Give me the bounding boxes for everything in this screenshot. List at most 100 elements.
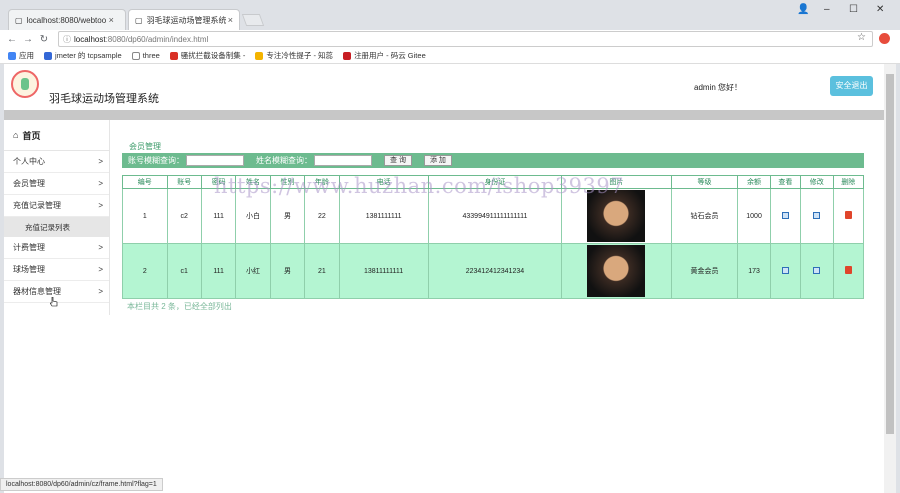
cell-name: 小红 bbox=[235, 243, 271, 299]
name-search-label: 姓名模糊查询： bbox=[256, 156, 312, 165]
chevron-right-icon: > bbox=[98, 287, 103, 296]
cell-password: 111 bbox=[200, 243, 237, 299]
site-icon bbox=[169, 51, 178, 60]
bookmark-item[interactable]: 骚扰拦截设备制集 - bbox=[169, 50, 245, 61]
sidebar-item-home[interactable]: ⌂ 首页 bbox=[4, 120, 109, 151]
chevron-right-icon: > bbox=[98, 179, 103, 188]
sidebar: ⌂ 首页 个人中心 > 会员管理 > 充值记录管理 > 充值记录列表 计费管理 > 球场… bbox=[4, 120, 110, 315]
sidebar-item-courts[interactable]: 球场管理 > bbox=[4, 259, 109, 281]
chevron-right-icon: > bbox=[98, 243, 103, 252]
bookmark-item[interactable]: 应用 bbox=[8, 50, 34, 61]
edit-icon[interactable] bbox=[813, 211, 821, 219]
bookmark-star-icon[interactable]: ☆ bbox=[857, 32, 866, 43]
cell-photo bbox=[561, 243, 672, 299]
delete-cell bbox=[832, 188, 864, 244]
column-header: 余额 bbox=[737, 175, 771, 189]
page-icon: ▢ bbox=[15, 15, 23, 25]
tab-active[interactable]: ▢ 羽毛球运动场管理系统 × bbox=[128, 9, 240, 30]
bookmarks-bar: 应用 jmeter 的 tcpsample three 骚扰拦截设备制集 - 专… bbox=[0, 48, 900, 64]
sidebar-item-members[interactable]: 会员管理 > bbox=[4, 173, 109, 195]
section-title: 会员管理 bbox=[129, 142, 161, 151]
browser-toolbar: ← → ↻ ⓘ localhost :8080/dp60/admin/index… bbox=[0, 30, 900, 48]
window-close-icon[interactable]: ✕ bbox=[876, 4, 884, 15]
account-search-input[interactable] bbox=[186, 155, 244, 166]
app-header: 羽毛球运动场管理系统 admin 您好！ 安全退出 bbox=[4, 64, 884, 110]
user-greeting: admin 您好！ bbox=[694, 83, 743, 92]
tab-label: 羽毛球运动场管理系统 bbox=[146, 15, 226, 25]
view-icon[interactable] bbox=[781, 211, 789, 219]
column-header: 编号 bbox=[122, 175, 168, 189]
trash-icon[interactable] bbox=[844, 211, 852, 219]
gitee-icon bbox=[343, 51, 352, 60]
trash-icon[interactable] bbox=[844, 266, 852, 274]
cell-account: c1 bbox=[166, 243, 202, 299]
cell-balance: 173 bbox=[737, 243, 771, 299]
home-icon: ⌂ bbox=[13, 130, 19, 140]
cell-level: 钻石会员 bbox=[670, 188, 739, 244]
maximize-icon[interactable]: ☐ bbox=[849, 4, 858, 15]
page-title: 羽毛球运动场管理系统 bbox=[49, 93, 159, 105]
chevron-right-icon: > bbox=[98, 201, 103, 210]
address-bar[interactable]: ⓘ localhost :8080/dp60/admin/index.html bbox=[58, 31, 873, 47]
hand-cursor-icon bbox=[50, 297, 58, 307]
shield-icon bbox=[44, 51, 52, 60]
url-host: localhost bbox=[74, 34, 106, 44]
cell-age: 21 bbox=[304, 243, 340, 299]
site-icon bbox=[255, 51, 264, 60]
edit-icon[interactable] bbox=[813, 266, 821, 274]
search-bar: 账号模糊查询： 姓名模糊查询： 查 询 添 加 bbox=[122, 153, 864, 168]
bookmark-item[interactable]: 专注冷性提子 - 知蕊 bbox=[255, 50, 333, 61]
page-icon bbox=[131, 51, 140, 60]
status-bar-url: localhost:8080/dp60/admin/cz/frame.html?… bbox=[0, 478, 163, 491]
extension-icon[interactable] bbox=[879, 33, 890, 44]
account-search-label: 账号模糊查询： bbox=[128, 156, 184, 165]
back-icon[interactable]: ← bbox=[4, 34, 20, 45]
column-header: 修改 bbox=[800, 175, 834, 189]
view-icon[interactable] bbox=[781, 266, 789, 274]
bookmark-item[interactable]: jmeter 的 tcpsample bbox=[44, 50, 122, 61]
column-header: 查看 bbox=[769, 175, 802, 189]
page-scrollbar[interactable] bbox=[884, 64, 896, 493]
new-tab-button[interactable] bbox=[241, 14, 265, 26]
edit-cell bbox=[800, 188, 834, 244]
column-header: 等级 bbox=[670, 175, 739, 189]
cell-level: 黄金会员 bbox=[670, 243, 739, 299]
minimize-icon[interactable]: – bbox=[824, 4, 830, 15]
tab-webtoo[interactable]: ▢ localhost:8080/webtoo × bbox=[8, 9, 126, 30]
cell-balance: 1000 bbox=[737, 188, 771, 244]
view-cell bbox=[769, 188, 802, 244]
search-button[interactable]: 查 询 bbox=[384, 155, 412, 166]
view-cell bbox=[769, 243, 802, 299]
bookmark-item[interactable]: 注册用户 - 码云 Gitee bbox=[343, 50, 426, 61]
user-icon[interactable]: 👤 bbox=[797, 4, 809, 15]
list-summary: 本栏目共 2 条，已经全部列出 bbox=[127, 302, 232, 311]
watermark-text: https://www.huzhan.com/ishop39397 bbox=[214, 174, 625, 198]
member-photo bbox=[587, 245, 646, 297]
close-icon[interactable]: × bbox=[109, 15, 114, 25]
close-icon[interactable]: × bbox=[228, 15, 233, 25]
sidebar-item-label: 首页 bbox=[22, 130, 41, 141]
tab-label: localhost:8080/webtoo bbox=[26, 15, 107, 25]
cell-gender: 男 bbox=[269, 243, 306, 299]
delete-cell bbox=[832, 243, 864, 299]
info-icon: ⓘ bbox=[63, 34, 71, 44]
sidebar-subitem-recharge-list[interactable]: 充值记录列表 bbox=[4, 217, 109, 237]
name-search-input[interactable] bbox=[314, 155, 372, 166]
scrollbar-thumb[interactable] bbox=[886, 74, 894, 434]
sidebar-item-recharge[interactable]: 充值记录管理 > bbox=[4, 195, 109, 217]
bookmark-item[interactable]: three bbox=[131, 51, 160, 60]
cell-id: 1 bbox=[122, 188, 168, 244]
table-row: 2 c1 111 小红 男 21 13811111111 22341241234… bbox=[122, 243, 864, 299]
cell-idcard: 223412412341234 bbox=[427, 243, 563, 299]
chevron-right-icon: > bbox=[98, 265, 103, 274]
cell-account: c2 bbox=[166, 188, 202, 244]
logout-button[interactable]: 安全退出 bbox=[830, 76, 873, 96]
sidebar-item-profile[interactable]: 个人中心 > bbox=[4, 151, 109, 173]
forward-icon[interactable]: → bbox=[20, 34, 36, 45]
sidebar-item-billing[interactable]: 计费管理 > bbox=[4, 237, 109, 259]
page-icon: ▢ bbox=[135, 15, 143, 25]
header-divider bbox=[4, 110, 884, 120]
column-header: 删除 bbox=[832, 175, 864, 189]
reload-icon[interactable]: ↻ bbox=[36, 34, 52, 45]
add-button[interactable]: 添 加 bbox=[423, 155, 452, 166]
